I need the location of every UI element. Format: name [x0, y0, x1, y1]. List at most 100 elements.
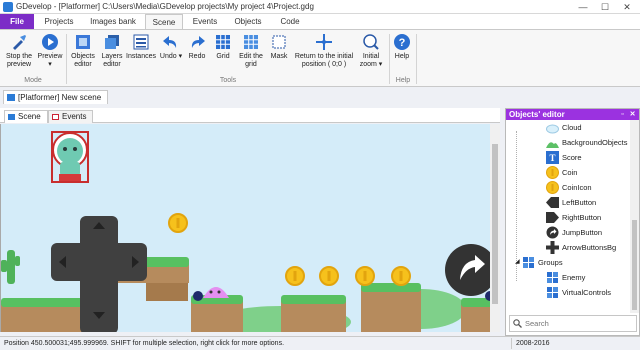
objects-editor-button[interactable]: Objects editor	[68, 33, 98, 69]
redo-icon	[191, 36, 205, 48]
cloud-icon	[546, 124, 559, 134]
stop-preview-button[interactable]: Stop the preview	[2, 33, 36, 69]
groups-node[interactable]: ◢ Groups	[506, 255, 630, 270]
initial-zoom-button[interactable]: Initial zoom ▾	[357, 33, 385, 69]
maximize-button[interactable]: ☐	[595, 1, 615, 13]
list-item[interactable]: LeftButton	[506, 195, 630, 210]
redo-label: Redo	[188, 53, 206, 60]
initial-zoom-label: Initial zoom	[359, 53, 380, 68]
mask-button[interactable]: Mask	[266, 33, 292, 61]
list-item[interactable]: VirtualControls	[506, 285, 630, 300]
scene-artwork	[1, 131, 498, 332]
minimize-button[interactable]: —	[573, 1, 593, 13]
tab-code[interactable]: Code	[274, 14, 306, 29]
status-bar: Position 450.500031;495.999969. SHIFT fo…	[0, 336, 640, 350]
undo-button[interactable]: Undo ▾	[158, 33, 184, 61]
search-icon	[513, 319, 522, 328]
edit-grid-label: Edit the grid	[239, 53, 263, 68]
tab-objects[interactable]: Objects	[228, 14, 268, 29]
list-item[interactable]: BackgroundObjects	[506, 135, 630, 150]
undo-icon	[163, 36, 177, 48]
subtab-scene[interactable]: Scene	[4, 110, 48, 123]
jump-button-icon	[546, 226, 559, 239]
objects-editor-icon	[76, 35, 90, 49]
list-item[interactable]: Enemy	[506, 270, 630, 285]
tab-images-bank[interactable]: Images bank	[84, 14, 142, 29]
enemy-ball	[193, 291, 203, 301]
close-button[interactable]: ✕	[617, 1, 637, 13]
list-item[interactable]: CoinIcon	[506, 180, 630, 195]
svg-text:T: T	[549, 153, 555, 163]
layers-editor-label: Layers editor	[101, 53, 123, 68]
plus-shape-icon	[546, 241, 559, 254]
search-input[interactable]	[525, 318, 630, 329]
objects-search[interactable]	[509, 315, 637, 332]
instances-list-icon	[133, 34, 149, 50]
panel-float-icon[interactable]: ▫	[618, 110, 627, 119]
return-origin-button[interactable]: Return to the initial position ( 0;0 )	[291, 33, 357, 69]
list-item[interactable]: RightButton	[506, 210, 630, 225]
coins	[168, 213, 411, 286]
redo-button[interactable]: Redo	[184, 33, 210, 61]
scene-canvas[interactable]	[0, 124, 498, 332]
tab-events[interactable]: Events	[188, 14, 222, 29]
tab-scene[interactable]: Scene	[145, 14, 183, 30]
edit-grid-button[interactable]: Edit the grid	[234, 33, 268, 69]
layers-editor-button[interactable]: Layers editor	[98, 33, 126, 69]
tab-file[interactable]: File	[0, 14, 34, 29]
stop-preview-label: Stop the preview	[5, 53, 33, 68]
tab-projects[interactable]: Projects	[38, 14, 80, 29]
left-arrow-icon	[546, 197, 559, 208]
objects-editor-label: Objects editor	[71, 53, 95, 68]
list-item[interactable]: Coin	[506, 165, 630, 180]
help-button[interactable]: ? Help	[391, 33, 413, 61]
panel-close-icon[interactable]: ✕	[628, 110, 637, 119]
scene-vertical-scrollbar[interactable]	[490, 124, 500, 332]
objects-tree: Cloud BackgroundObjects T Score Coin Coi…	[506, 120, 630, 313]
return-origin-label: Return to the initial position ( 0;0 )	[294, 53, 354, 68]
subtab-events[interactable]: Events	[48, 110, 94, 123]
layers-icon	[105, 35, 119, 49]
undo-label: Undo	[159, 53, 177, 60]
objects-panel-scrollbar[interactable]	[630, 120, 639, 313]
document-tab-label: [Platformer] New scene	[18, 93, 102, 102]
coin-icon	[546, 181, 559, 194]
right-arrow-icon	[546, 212, 559, 223]
scene-document-tab[interactable]: [Platformer] New scene	[3, 90, 109, 104]
crosshair-icon	[316, 34, 332, 50]
list-item[interactable]: ArrowButtonsBg	[506, 240, 630, 255]
ribbon-separator	[66, 34, 67, 84]
instances-button[interactable]: Instances	[124, 33, 158, 61]
groups-label: Groups	[538, 258, 563, 267]
groups-folder-icon	[523, 257, 534, 268]
group-label-mode: Mode	[24, 77, 42, 84]
subtab-events-label: Events	[62, 112, 87, 121]
grid-button[interactable]: Grid	[212, 33, 234, 61]
group-label-tools: Tools	[219, 77, 237, 84]
title-bar: GDevelop - [Platformer] C:\Users\Media\G…	[0, 0, 640, 14]
chevron-down-icon: ▾	[48, 61, 52, 68]
ribbon-tabs: File Projects Images bank Scene Events O…	[0, 14, 640, 30]
preview-button[interactable]: Preview ▾	[36, 33, 64, 69]
group-label-help: Help	[395, 77, 411, 84]
status-text: Position 450.500031;495.999969. SHIFT fo…	[4, 340, 285, 347]
player-sprite	[51, 131, 89, 183]
scrollbar-thumb[interactable]	[492, 144, 498, 304]
tree-collapse-icon: ◢	[515, 259, 520, 265]
hill-icon	[546, 142, 559, 148]
preview-label: Preview	[37, 53, 63, 60]
grid-label: Grid	[216, 53, 230, 60]
app-icon	[3, 2, 13, 12]
svg-text:?: ?	[399, 37, 406, 49]
text-icon: T	[546, 151, 559, 164]
play-icon	[42, 34, 58, 50]
list-item[interactable]: Cloud	[506, 120, 630, 135]
list-item[interactable]: T Score	[506, 150, 630, 165]
objects-editor-panel: Objects' editor ▫ ✕ Cloud BackgroundObje…	[505, 108, 640, 336]
enemy-slime	[203, 287, 229, 298]
list-item[interactable]: JumpButton	[506, 225, 630, 240]
scrollbar-thumb[interactable]	[632, 220, 637, 310]
scene-subtabs: Scene Events	[0, 108, 500, 123]
status-divider	[511, 338, 512, 349]
stop-preview-icon	[13, 35, 26, 50]
